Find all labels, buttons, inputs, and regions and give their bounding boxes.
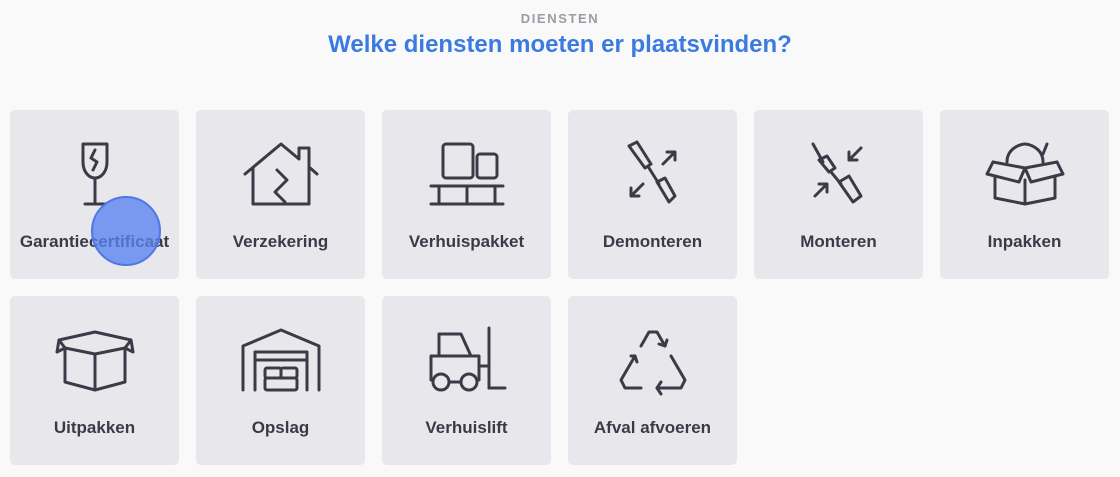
page-title: Welke diensten moeten er plaatsvinden? <box>328 31 792 58</box>
screwdriver-disassemble-icon <box>613 140 693 210</box>
service-label: Opslag <box>251 418 310 437</box>
recycle-icon <box>613 326 693 396</box>
service-card-opslag[interactable]: Opslag <box>196 296 365 465</box>
service-label: Demonteren <box>602 232 703 251</box>
pack-box-icon <box>985 140 1065 210</box>
service-card-garantiecertificaat[interactable]: Garantiecertificaat <box>10 110 179 279</box>
service-label: Verhuispakket <box>408 232 525 251</box>
service-card-uitpakken[interactable]: Uitpakken <box>10 296 179 465</box>
open-box-icon <box>55 326 135 396</box>
service-label: Monteren <box>800 232 877 251</box>
service-card-verzekering[interactable]: Verzekering <box>196 110 365 279</box>
service-label: Garantiecertificaat <box>19 232 170 251</box>
screwdriver-assemble-icon <box>799 140 879 210</box>
service-card-monteren[interactable]: Monteren <box>754 110 923 279</box>
service-card-afval-afvoeren[interactable]: Afval afvoeren <box>568 296 737 465</box>
service-card-demonteren[interactable]: Demonteren <box>568 110 737 279</box>
house-insurance-icon <box>241 140 321 210</box>
service-card-inpakken[interactable]: Inpakken <box>940 110 1109 279</box>
service-label: Uitpakken <box>53 418 136 437</box>
service-card-verhuispakket[interactable]: Verhuispakket <box>382 110 551 279</box>
boxes-on-pallet-icon <box>427 140 507 210</box>
service-label: Inpakken <box>987 232 1062 251</box>
service-label: Afval afvoeren <box>593 418 712 437</box>
service-label: Verzekering <box>232 232 329 251</box>
service-label: Verhuislift <box>425 418 508 437</box>
fragile-glass-icon <box>55 140 135 210</box>
forklift-icon <box>427 326 507 396</box>
storage-warehouse-icon <box>241 326 321 396</box>
service-card-verhuislift[interactable]: Verhuislift <box>382 296 551 465</box>
section-eyebrow: DIENSTEN <box>520 11 600 26</box>
